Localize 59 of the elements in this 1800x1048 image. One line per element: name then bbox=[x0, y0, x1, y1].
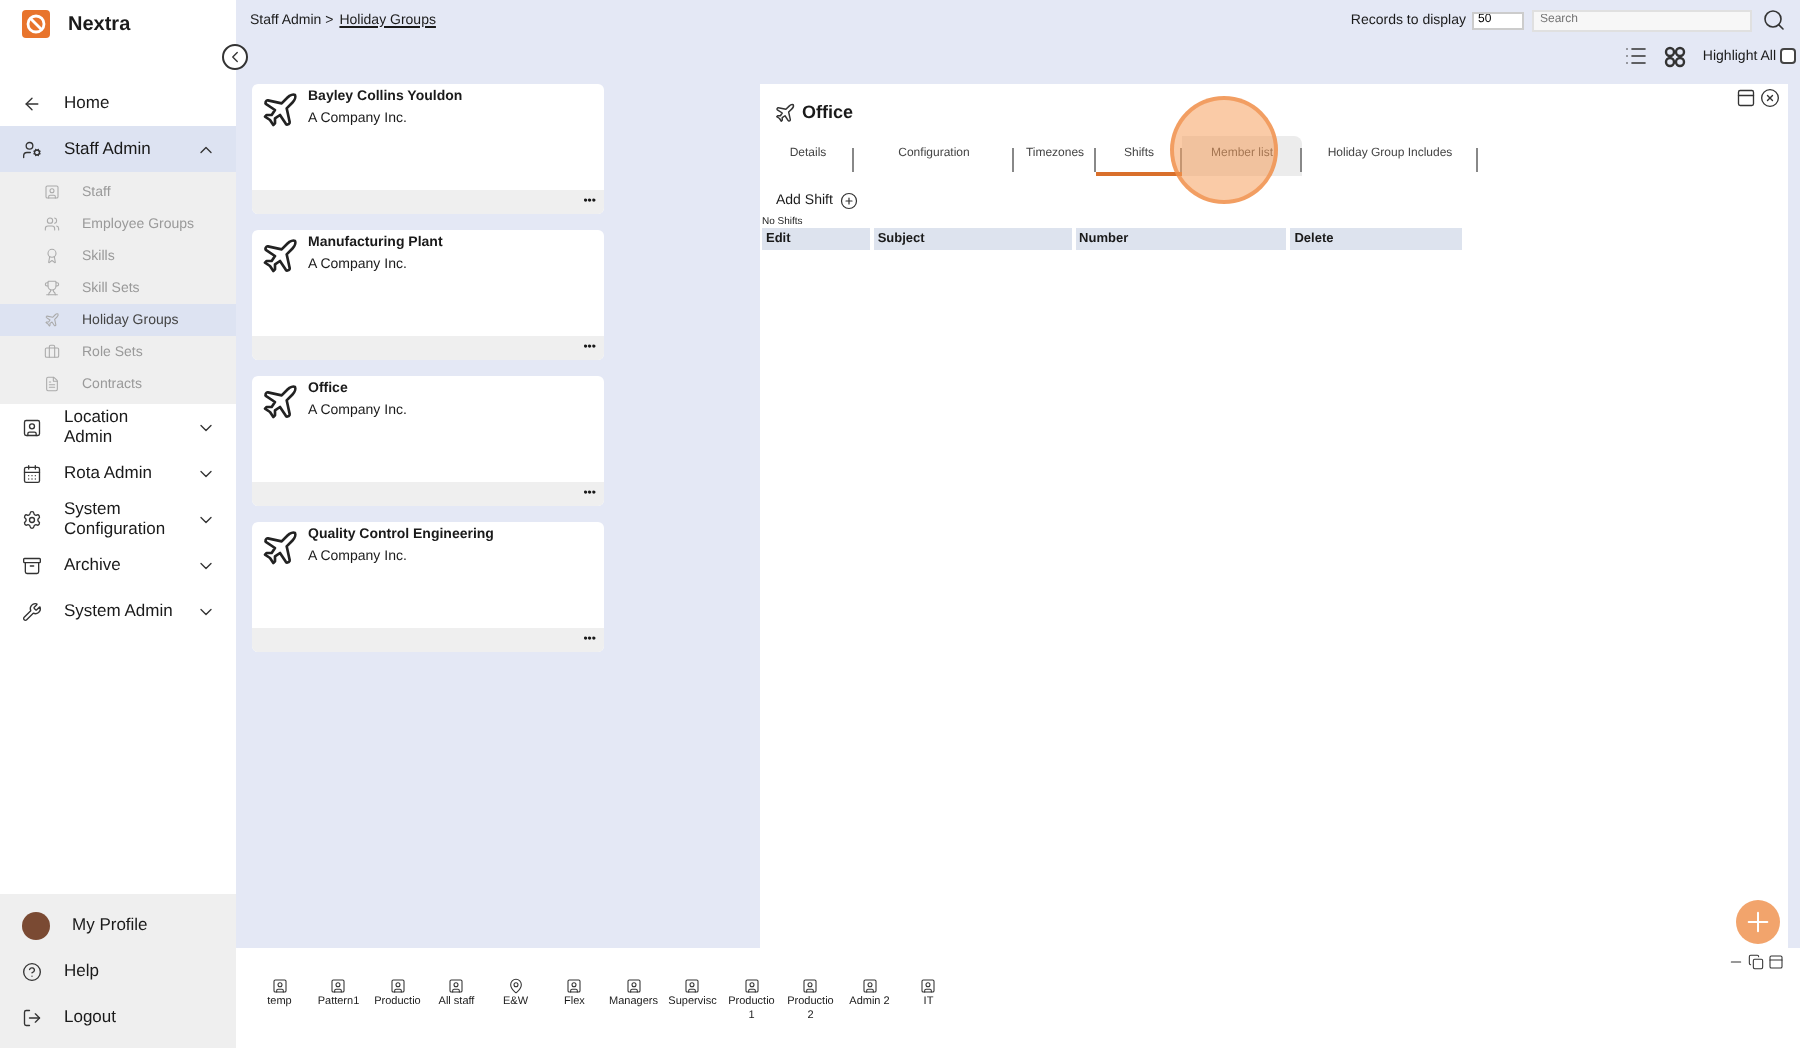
grid-view-icon[interactable] bbox=[1664, 45, 1687, 67]
arrow-left-icon bbox=[22, 93, 42, 113]
search-icon bbox=[1762, 8, 1786, 32]
user-card-icon bbox=[920, 978, 937, 994]
user-card-icon bbox=[802, 978, 819, 994]
avatar bbox=[22, 911, 50, 939]
add-icon bbox=[840, 191, 859, 209]
help-icon bbox=[22, 961, 42, 981]
user-card-icon bbox=[448, 978, 465, 994]
briefcase-icon bbox=[44, 344, 60, 360]
plane-icon bbox=[44, 312, 60, 328]
settings-icon bbox=[22, 509, 42, 529]
archive-icon bbox=[22, 555, 42, 575]
restore-icon bbox=[1748, 954, 1764, 970]
calendar-icon bbox=[22, 463, 42, 483]
user-card-icon bbox=[44, 184, 60, 200]
nav-item[interactable]: My Profile bbox=[0, 902, 236, 948]
user-card-icon bbox=[684, 978, 701, 994]
user-card-icon bbox=[743, 978, 760, 994]
user-gear-icon bbox=[22, 139, 42, 159]
medal-icon bbox=[44, 248, 60, 264]
trophy-icon bbox=[44, 280, 60, 296]
user-card-icon bbox=[389, 978, 406, 994]
maximize-icon bbox=[1768, 954, 1784, 970]
user-card-icon bbox=[861, 978, 878, 994]
people-icon bbox=[44, 216, 60, 232]
nav-item[interactable]: Archive bbox=[0, 542, 236, 588]
logout-icon bbox=[22, 1007, 42, 1027]
close-icon bbox=[1760, 88, 1780, 108]
app-name: Nextra bbox=[68, 13, 131, 35]
plus-icon bbox=[1742, 906, 1774, 938]
document-icon bbox=[44, 376, 60, 392]
chevron-left-icon bbox=[226, 48, 244, 66]
wrench-icon bbox=[22, 601, 42, 621]
nav-item[interactable]: System Admin bbox=[0, 588, 236, 634]
panel-title: Office bbox=[802, 102, 854, 122]
nav-item[interactable]: System Configuration bbox=[0, 496, 236, 542]
nav-item[interactable]: Logout bbox=[0, 994, 236, 1040]
nav-item[interactable]: Help bbox=[0, 948, 236, 994]
user-card-icon bbox=[625, 978, 642, 994]
logo bbox=[22, 10, 50, 38]
nav-item[interactable]: Location Admin bbox=[0, 404, 236, 450]
user-card-icon bbox=[271, 978, 288, 994]
highlight-all-checkbox[interactable] bbox=[1780, 48, 1796, 64]
plane-icon bbox=[260, 90, 300, 130]
pin-icon bbox=[507, 978, 524, 994]
plane-icon bbox=[260, 382, 300, 422]
nav-item[interactable]: Rota Admin bbox=[0, 450, 236, 496]
nav-item[interactable]: Home bbox=[0, 80, 236, 126]
user-card-icon bbox=[330, 978, 347, 994]
plane-icon bbox=[260, 528, 300, 568]
plane-icon bbox=[774, 101, 796, 123]
nav-item[interactable]: Staff Admin bbox=[0, 126, 236, 172]
panel-icon bbox=[1736, 88, 1756, 108]
collapse-button[interactable] bbox=[222, 44, 248, 70]
click-indicator bbox=[1170, 96, 1278, 204]
plane-icon bbox=[260, 236, 300, 276]
user-card-icon bbox=[22, 417, 42, 437]
user-card-icon bbox=[566, 978, 583, 994]
